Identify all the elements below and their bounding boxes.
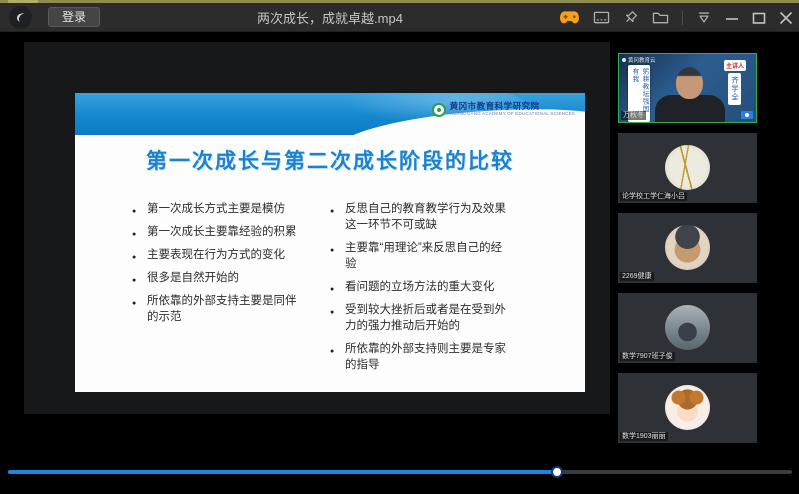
close-button[interactable] — [779, 11, 793, 25]
participant-avatar — [665, 305, 710, 350]
progress-played — [8, 470, 557, 474]
speaker-video-thumbnail: 黄冈教育云 躬耕教坛强国有我 主讲人 齐学全 万秋冬 — [618, 53, 757, 123]
bullet-item: 第一次成长方式主要是模仿 — [147, 201, 299, 217]
participant-name-label: 数学7907班子俊 — [620, 352, 675, 361]
bullet-item: 很多是自然开始的 — [147, 270, 299, 286]
participant-name-label: 论学校工学仁海小吕 — [620, 192, 687, 201]
login-button[interactable]: 登录 — [48, 7, 100, 27]
bullet-item: 所依靠的外部支持主要是同伴的示范 — [147, 293, 299, 325]
participant-avatar — [665, 385, 710, 430]
org-logo-icon — [432, 103, 446, 117]
open-file-icon[interactable] — [652, 10, 669, 25]
speaker-name-tag: 齐学全 — [728, 73, 741, 105]
video-watermark: 黄冈教育云 — [622, 56, 656, 64]
minimize-button[interactable] — [725, 11, 739, 25]
video-stage: 黄冈市教育科学研究院 HUANGGANG ACADEMY OF EDUCATIO… — [0, 32, 799, 494]
participant-avatar — [665, 145, 710, 190]
bullet-item: 看问题的立场方法的重大变化 — [345, 279, 507, 295]
bullet-item: 所依靠的外部支持则主要是专家的指导 — [345, 341, 507, 373]
participant-name-label: 2269健康 — [620, 272, 654, 281]
right-bullet-list: 反思自己的教育教学行为及效果这一环节不可或缺 主要靠“用理论”来反思自己的经验 … — [345, 201, 507, 380]
titlebar: 登录 两次成长，成就卓越.mp4 — [0, 3, 799, 32]
speaker-head — [676, 67, 703, 99]
speaker-body — [655, 95, 725, 123]
bullet-item: 第一次成长主要靠经验的积累 — [147, 224, 299, 240]
presentation-slide: 黄冈市教育科学研究院 HUANGGANG ACADEMY OF EDUCATIO… — [75, 93, 585, 392]
seek-bar[interactable] — [8, 465, 792, 477]
participant-avatar — [665, 225, 710, 270]
org-subtitle: HUANGGANG ACADEMY OF EDUCATIONAL SCIENCE… — [450, 111, 575, 117]
main-menu-icon[interactable] — [696, 10, 712, 25]
mini-mode-icon[interactable] — [593, 10, 610, 25]
bullet-item: 主要靠“用理论”来反思自己的经验 — [345, 240, 507, 272]
slide-header-band: 黄冈市教育科学研究院 HUANGGANG ACADEMY OF EDUCATIO… — [75, 93, 585, 135]
participant-thumbnail: 数学1903丽丽 — [618, 373, 757, 443]
participants-sidebar: 黄冈教育云 躬耕教坛强国有我 主讲人 齐学全 万秋冬 论学校工学仁海小吕 226… — [618, 32, 757, 494]
app-logo-icon[interactable] — [9, 6, 32, 29]
slide-columns: 第一次成长方式主要是模仿 第一次成长主要靠经验的积累 主要表现在行为方式的变化 … — [75, 201, 585, 380]
progress-knob[interactable] — [551, 466, 563, 478]
meeting-logo-icon — [741, 111, 753, 119]
speaker-role-tag: 主讲人 — [724, 60, 746, 71]
player-window: 登录 两次成长，成就卓越.mp4 — [0, 0, 799, 494]
bullet-item: 主要表现在行为方式的变化 — [147, 247, 299, 263]
org-name: 黄冈市教育科学研究院 — [450, 102, 575, 111]
pin-on-top-icon[interactable] — [623, 10, 639, 26]
participant-thumbnail: 2269健康 — [618, 213, 757, 283]
bullet-item: 受到较大挫折后或者是在受到外力的强力推动后开始的 — [345, 302, 507, 334]
maximize-button[interactable] — [752, 11, 766, 25]
window-title: 两次成长，成就卓越.mp4 — [180, 8, 480, 27]
participant-thumbnail: 论学校工学仁海小吕 — [618, 133, 757, 203]
game-center-icon[interactable] — [559, 10, 580, 25]
screen-share-area: 黄冈市教育科学研究院 HUANGGANG ACADEMY OF EDUCATIO… — [24, 42, 610, 414]
slide-title: 第一次成长与第二次成长阶段的比较 — [75, 145, 585, 175]
participant-name-label: 数学1903丽丽 — [620, 432, 668, 441]
left-bullet-list: 第一次成长方式主要是模仿 第一次成长主要靠经验的积累 主要表现在行为方式的变化 … — [147, 201, 299, 380]
participant-thumbnail: 数学7907班子俊 — [618, 293, 757, 363]
org-badge: 黄冈市教育科学研究院 HUANGGANG ACADEMY OF EDUCATIO… — [432, 102, 575, 117]
participant-name-label: 万秋冬 — [621, 111, 646, 120]
titlebar-divider — [682, 11, 683, 25]
bullet-item: 反思自己的教育教学行为及效果这一环节不可或缺 — [345, 201, 507, 233]
speaker-banner: 主讲人 齐学全 — [724, 60, 746, 105]
